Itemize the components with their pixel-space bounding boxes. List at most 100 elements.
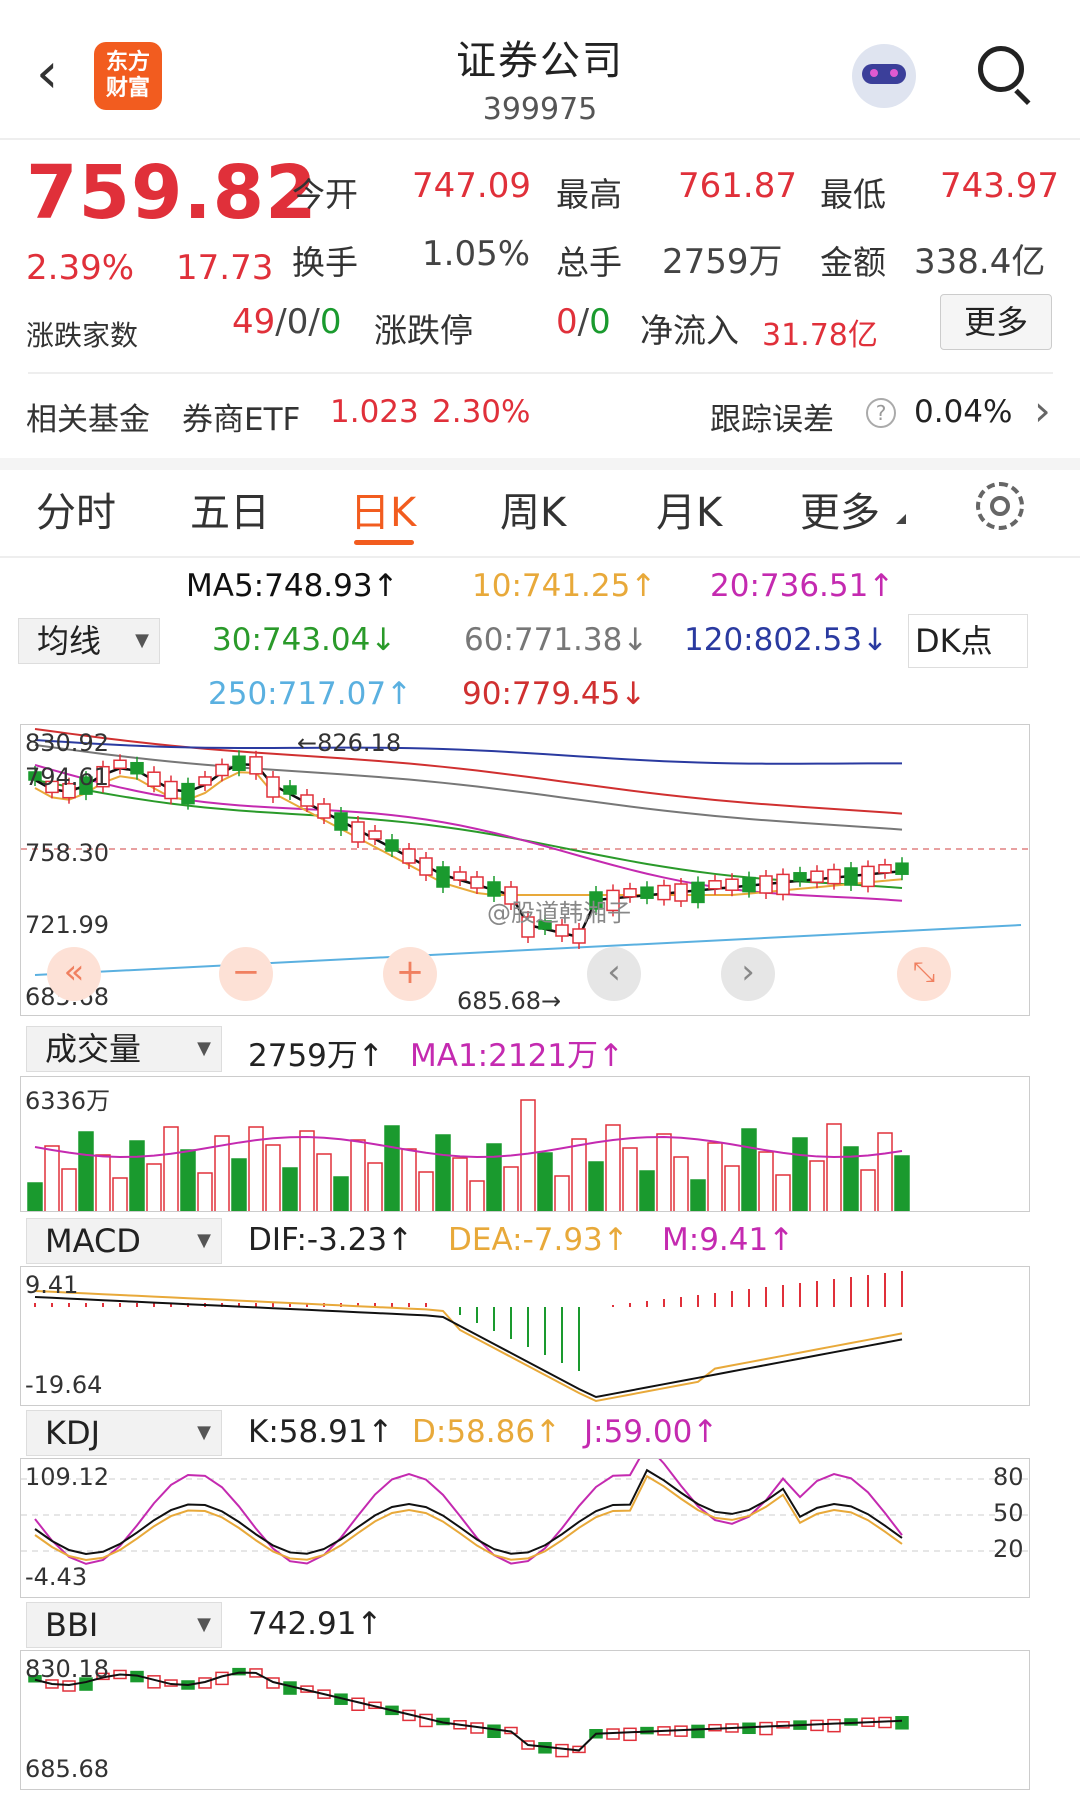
bbi-svg <box>28 1667 909 1758</box>
bbi-candle <box>623 1727 637 1742</box>
volume-bar <box>214 1135 230 1211</box>
kdj-d: D:58.86↑ <box>412 1414 562 1450</box>
volume-bar <box>622 1147 638 1211</box>
candle-body <box>232 755 246 771</box>
dk-point-button[interactable]: DK点 <box>908 614 1028 668</box>
section-gap <box>0 458 1080 470</box>
volume-bar <box>469 1180 485 1211</box>
ma-selector[interactable]: 均线 ▼ <box>18 618 160 664</box>
macd-dif-line <box>34 1296 903 1399</box>
weibo-watermark: @股道韩湘子 <box>487 899 631 927</box>
bbi-axis-bottom: 685.68 <box>25 1755 109 1783</box>
bbi-candle <box>827 1718 841 1733</box>
kline-chart[interactable]: 830.92 794.61 758.30 721.99 685.68 ←826.… <box>20 724 1030 1016</box>
macd-svg <box>34 1271 903 1403</box>
tab-more[interactable]: 更多 <box>800 480 880 538</box>
k-axis-3: 758.30 <box>25 839 109 867</box>
volume-bar <box>809 1160 825 1211</box>
volume-bar <box>520 1099 536 1211</box>
volume-svg <box>27 1099 910 1211</box>
limit-value: 0/0 <box>556 302 611 342</box>
bbi-chart[interactable]: 830.18 685.68 <box>20 1650 1030 1790</box>
high-annotation: ←826.18 <box>297 729 402 757</box>
robot-assistant-icon[interactable] <box>852 44 916 108</box>
volume-selector[interactable]: 成交量 ▼ <box>26 1026 222 1072</box>
change-amount: 17.73 <box>176 248 274 288</box>
volume-bar <box>741 1128 757 1211</box>
search-icon[interactable] <box>976 44 1036 105</box>
top-bar: ‹ 东方 财富 证券公司 399975 <box>0 0 1080 140</box>
tab-five-day[interactable]: 五日 <box>190 480 270 538</box>
candle-body <box>266 776 280 798</box>
k-axis-4: 721.99 <box>25 911 109 939</box>
volume-bar <box>656 1133 672 1211</box>
candle-body <box>725 878 739 891</box>
candle-body <box>759 875 773 894</box>
macd-chart[interactable]: 9.41 -19.64 <box>20 1266 1030 1406</box>
prev-button[interactable]: ‹ <box>587 947 641 1001</box>
tab-active-indicator <box>354 540 414 545</box>
low-value: 743.97 <box>940 166 1059 206</box>
bbi-axis-top: 830.18 <box>25 1655 109 1683</box>
volume-ma1: MA1:2121万↑ <box>410 1038 624 1074</box>
candle-body <box>572 928 586 944</box>
fund-label: 相关基金 <box>26 402 150 438</box>
candle-body <box>861 865 875 888</box>
volume-bar <box>418 1171 434 1211</box>
chevron-right-icon: › <box>1034 386 1051 435</box>
more-button[interactable]: 更多 <box>940 294 1052 350</box>
candle-body <box>300 794 314 807</box>
candle-body <box>793 872 807 882</box>
tab-fenshi[interactable]: 分时 <box>36 480 116 538</box>
volume-bar <box>61 1168 77 1211</box>
inflow-label: 净流入 <box>640 311 739 350</box>
k-axis-top: 830.92 <box>25 729 109 757</box>
volume-bar <box>350 1139 366 1211</box>
volume-bar <box>877 1132 893 1211</box>
low-label: 最低 <box>820 175 886 214</box>
volume-bar <box>435 1134 451 1211</box>
volume-bar <box>333 1176 349 1211</box>
kdj-chart[interactable]: 109.12 -4.43 80 50 20 <box>20 1458 1030 1598</box>
next-button[interactable]: › <box>721 947 775 1001</box>
bbi-candle <box>691 1724 705 1739</box>
open-value: 747.09 <box>412 166 531 206</box>
macd-selector[interactable]: MACD ▼ <box>26 1218 222 1264</box>
fullscreen-button[interactable]: ⤡ <box>897 947 951 1001</box>
volume-bar <box>146 1163 162 1211</box>
k-axis-2: 794.61 <box>25 763 109 791</box>
ma60-value: 60:771.38↓ <box>464 622 649 658</box>
macd-dea-line <box>34 1290 903 1403</box>
candle-body <box>334 812 348 831</box>
candle-body <box>895 862 909 875</box>
volume-bar <box>316 1153 332 1211</box>
tab-daily-k[interactable]: 日K <box>350 480 416 538</box>
kdj-j-line <box>34 1459 903 1565</box>
related-fund-row[interactable]: 相关基金 券商ETF 1.023 2.30% 跟踪误差 ? 0.04% › <box>26 386 1056 442</box>
candle-body <box>810 870 824 883</box>
kdj-selector[interactable]: KDJ ▼ <box>26 1410 222 1456</box>
volume-chart[interactable]: 6336万 <box>20 1076 1030 1212</box>
limit-label: 涨跌停 <box>374 311 473 350</box>
candle-body <box>640 886 654 899</box>
bbi-candle <box>895 1716 909 1730</box>
volume-bar <box>503 1166 519 1211</box>
zoom-out-button[interactable]: − <box>219 947 273 1001</box>
candle-body <box>130 761 144 775</box>
volume-bar <box>129 1140 145 1211</box>
macd-axis-top: 9.41 <box>25 1271 79 1299</box>
scroll-left-button[interactable]: « <box>47 947 101 1001</box>
candle-body <box>827 868 841 885</box>
candle-body <box>436 866 450 888</box>
ma90-line <box>34 728 903 815</box>
tab-weekly-k[interactable]: 周K <box>500 480 566 538</box>
tab-monthly-k[interactable]: 月K <box>656 480 722 538</box>
candle-body <box>385 839 399 852</box>
ma250-value: 250:717.07↑ <box>208 676 413 712</box>
zoom-in-button[interactable]: + <box>383 947 437 1001</box>
help-icon[interactable]: ? <box>866 398 896 428</box>
volume-label: 总手 <box>556 243 622 282</box>
gear-icon[interactable] <box>976 482 1024 530</box>
tracking-error-value: 0.04% <box>914 394 1013 430</box>
bbi-selector[interactable]: BBI ▼ <box>26 1602 222 1648</box>
